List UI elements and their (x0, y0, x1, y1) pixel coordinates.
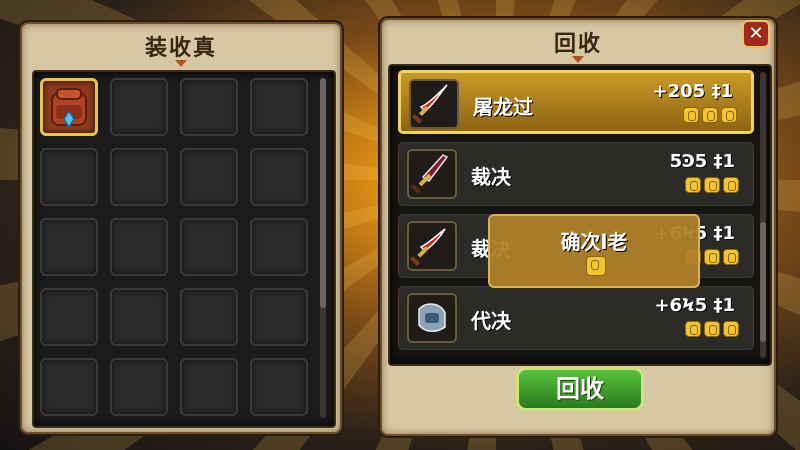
recycle-scrollbar[interactable] (760, 72, 766, 358)
bag-scrollbar-thumb[interactable] (320, 78, 326, 308)
item-icon-frame (407, 149, 457, 199)
item-amount: +6Ϟ5 ‡1 (654, 295, 735, 316)
gold-coin-icon (586, 256, 606, 276)
steel-gauntlet-icon (418, 303, 446, 332)
gold-coin-icon (704, 321, 720, 337)
bag-slot[interactable] (250, 78, 308, 136)
bag-slot[interactable] (40, 358, 98, 416)
bag-slot[interactable] (40, 148, 98, 206)
item-name: 代决 (471, 309, 511, 333)
coin-row (683, 107, 737, 123)
red-backpack-icon (51, 88, 87, 129)
gold-coin-icon (704, 249, 720, 265)
bag-slot[interactable] (180, 148, 238, 206)
bag-slot[interactable] (110, 148, 168, 206)
bag-slot[interactable] (40, 218, 98, 276)
item-icon-frame (409, 79, 459, 129)
gold-coin-icon (721, 107, 737, 123)
gold-coin-icon (685, 321, 701, 337)
recycle-item-row[interactable]: 裁决 5Ͽ5 ‡1 (398, 142, 754, 206)
item-amount: +205 ‡1 (652, 81, 733, 102)
gold-coin-icon (704, 177, 720, 193)
bag-slot[interactable] (40, 288, 98, 346)
bag-slot[interactable] (180, 218, 238, 276)
recycle-item-row[interactable]: 代决 +6Ϟ5 ‡1 (398, 286, 754, 350)
bag-slot[interactable] (110, 78, 168, 136)
recycle-panel-title: 回收 (553, 32, 602, 57)
crimson-blade-icon (411, 154, 449, 194)
bag-slot[interactable] (110, 218, 168, 276)
confirm-label: 确次l老 (560, 230, 628, 254)
coin-row (685, 321, 739, 337)
item-icon-frame (407, 293, 457, 343)
item-icon-frame (407, 221, 457, 271)
bag-slot[interactable] (250, 218, 308, 276)
item-name: 裁决 (471, 165, 511, 189)
confirm-popup[interactable]: 确次l老 (488, 214, 700, 288)
recycle-item-row[interactable]: 屠龙过 +205 ‡1 (398, 70, 754, 134)
bag-slot[interactable] (180, 358, 238, 416)
gold-coin-icon (723, 321, 739, 337)
recycle-button[interactable]: 回收 (516, 367, 644, 411)
bag-slot[interactable] (180, 288, 238, 346)
bag-slot[interactable] (250, 288, 308, 346)
title-notch (572, 56, 584, 63)
gold-coin-icon (702, 107, 718, 123)
bag-panel-title: 装收真 (144, 36, 217, 61)
bag-scrollbar[interactable] (320, 78, 326, 418)
crimson-sword-icon (410, 228, 446, 266)
red-scimitar-icon (412, 84, 448, 124)
gold-coin-icon (683, 107, 699, 123)
bag-grid (32, 70, 336, 428)
bag-slot[interactable] (180, 78, 238, 136)
coin-row (685, 177, 739, 193)
title-notch (175, 60, 187, 67)
bag-slot[interactable] (110, 288, 168, 346)
gold-coin-icon (685, 177, 701, 193)
bag-slot[interactable] (250, 358, 308, 416)
bag-panel: 装收真 (20, 22, 342, 434)
bag-slot[interactable] (250, 148, 308, 206)
close-button[interactable]: ✕ (742, 20, 770, 48)
recycle-scrollbar-thumb[interactable] (760, 222, 766, 342)
item-name: 屠龙过 (473, 95, 533, 119)
item-amount: 5Ͽ5 ‡1 (669, 151, 735, 172)
gold-coin-icon (723, 249, 739, 265)
bag-slot[interactable] (110, 358, 168, 416)
bag-slot-bag[interactable] (40, 78, 98, 136)
gold-coin-icon (723, 177, 739, 193)
